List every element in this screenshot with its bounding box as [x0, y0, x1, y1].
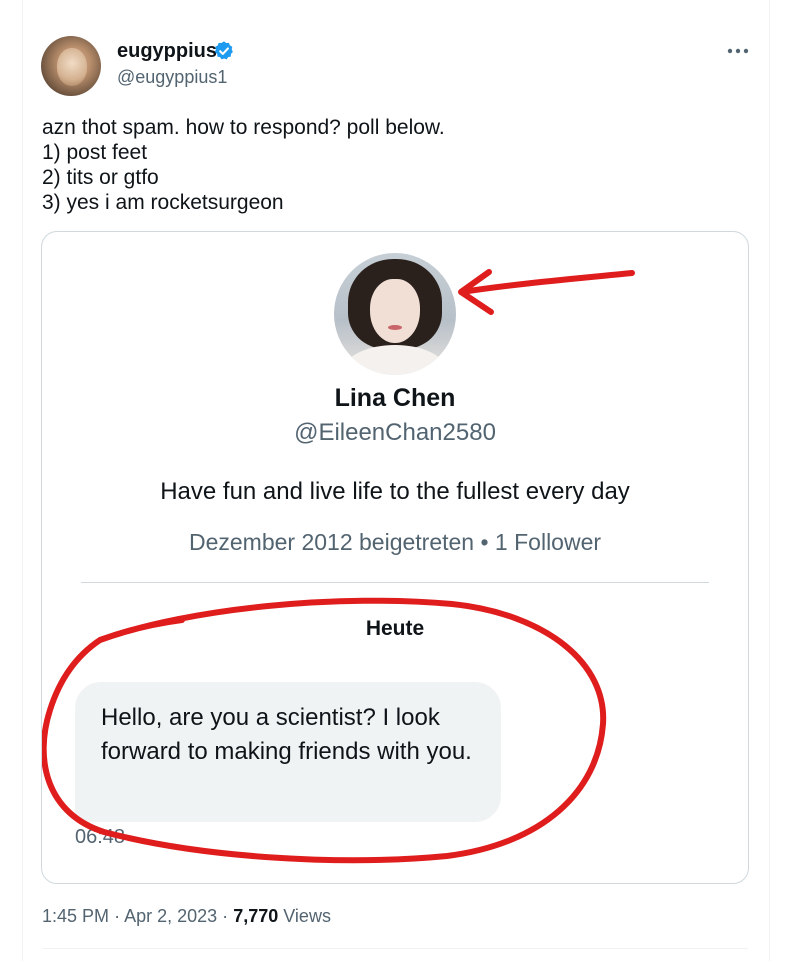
separator: ·	[222, 906, 229, 926]
avatar-face	[57, 48, 87, 86]
tweet-date[interactable]: Apr 2, 2023	[124, 906, 217, 926]
conversation-divider	[81, 582, 709, 583]
column-border-right	[769, 0, 770, 961]
views-label: Views	[283, 906, 331, 926]
day-separator: Heute	[365, 617, 425, 640]
profile-picture-body	[344, 345, 446, 375]
separator: ·	[114, 906, 121, 926]
profile-picture-face	[370, 279, 420, 343]
profile-picture-lips	[388, 325, 402, 330]
tweet-detail: eugyppius @eugyppius1 azn thot spam. how…	[0, 0, 797, 961]
red-arrow-head	[458, 269, 494, 315]
red-arrow-shaft	[459, 270, 635, 295]
profile-handle: @EileenChan2580	[294, 419, 496, 446]
author-display-name[interactable]: eugyppius	[117, 40, 217, 63]
message-time: 06:48	[75, 826, 126, 848]
tweet-text-line: azn thot spam. how to respond? poll belo…	[42, 116, 445, 139]
views-count: 7,770	[233, 906, 279, 926]
more-horizontal-icon[interactable]	[722, 38, 754, 64]
profile-picture	[334, 253, 456, 375]
profile-join-followers: Dezember 2012 beigetreten • 1 Follower	[188, 529, 602, 555]
profile-bio: Have fun and live life to the fullest ev…	[160, 478, 630, 505]
tweet-text-line: 3) yes i am rocketsurgeon	[42, 191, 284, 214]
tweet-text-line: 1) post feet	[42, 141, 148, 164]
message-bubble: Hello, are you a scientist? I look forwa…	[75, 682, 501, 822]
profile-name: Lina Chen	[334, 384, 456, 412]
column-border-left	[22, 0, 23, 961]
tweet-time[interactable]: 1:45 PM	[42, 906, 109, 926]
attached-screenshot[interactable]: Lina Chen @EileenChan2580 Have fun and l…	[41, 231, 749, 884]
tweet-text: azn thot spam. how to respond? poll belo…	[42, 115, 742, 215]
tweet-timestamp-row: 1:45 PM · Apr 2, 2023 · 7,770 Views	[42, 906, 331, 927]
tweet-text-line: 2) tits or gtfo	[42, 166, 159, 189]
footer-divider	[42, 948, 748, 949]
verified-badge-icon[interactable]	[213, 40, 235, 62]
author-avatar[interactable]	[41, 36, 101, 96]
author-handle[interactable]: @eugyppius1	[117, 67, 227, 88]
message-text: Hello, are you a scientist? I look forwa…	[101, 704, 472, 765]
